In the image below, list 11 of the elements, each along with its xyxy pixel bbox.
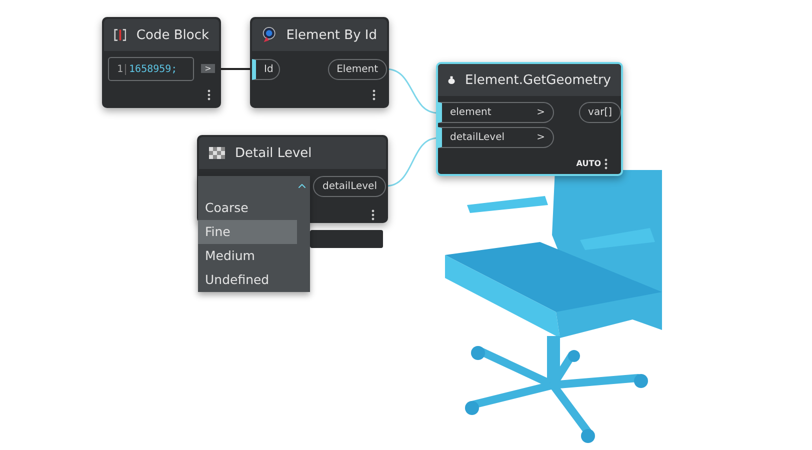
chevron-icon: > (536, 132, 545, 143)
code-text: 1658959; (129, 64, 178, 74)
port-label: detailLevel (450, 132, 505, 143)
port-label: element (450, 107, 492, 118)
node-title: Detail Level (235, 146, 312, 160)
node-title: Code Block (136, 28, 209, 42)
lacing-label: AUTO (576, 159, 601, 168)
line-number: 1 (117, 64, 126, 74)
node-title: Element.GetGeometry (465, 72, 611, 88)
node-title: Element By Id (286, 28, 377, 42)
chevron-icon: > (536, 107, 545, 118)
